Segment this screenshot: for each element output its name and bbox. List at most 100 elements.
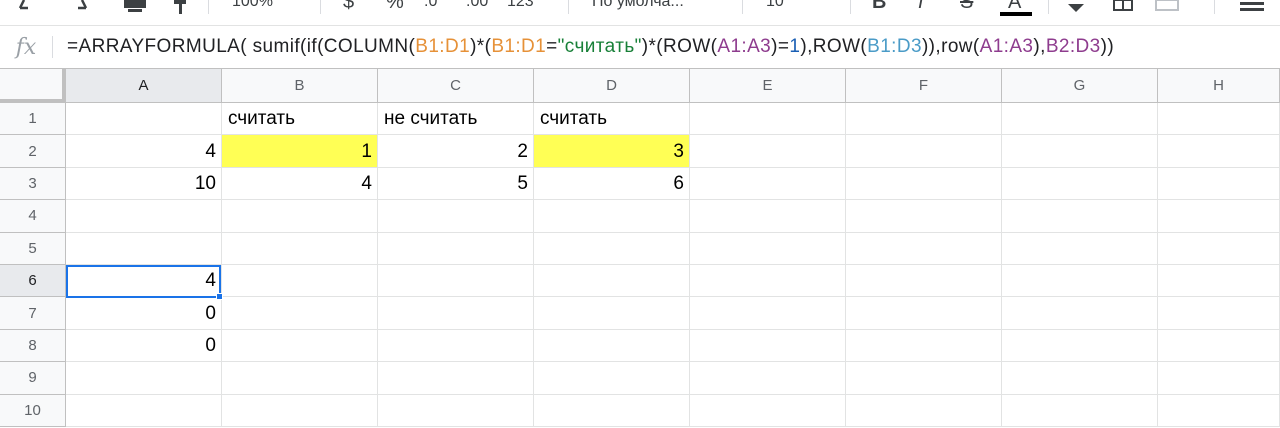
- cell-d7[interactable]: [534, 297, 690, 330]
- font-family-select[interactable]: По умолча...: [592, 0, 684, 17]
- cell-a6[interactable]: 4: [66, 265, 222, 298]
- cell-f2[interactable]: [846, 135, 1002, 168]
- cell-h4[interactable]: [1158, 200, 1280, 233]
- decimal-decrease-button[interactable]: .0: [424, 0, 437, 17]
- cell-f4[interactable]: [846, 200, 1002, 233]
- row-header-7[interactable]: 7: [0, 297, 66, 330]
- cell-f6[interactable]: [846, 265, 1002, 298]
- cell-d8[interactable]: [534, 329, 690, 363]
- cell-g2[interactable]: [1002, 135, 1158, 168]
- cell-b7[interactable]: [222, 297, 378, 330]
- column-header-d[interactable]: D: [534, 69, 690, 103]
- cell-h6[interactable]: [1158, 265, 1280, 298]
- cell-a1[interactable]: [66, 103, 222, 136]
- cell-a2[interactable]: 4: [66, 135, 222, 168]
- cell-e4[interactable]: [690, 200, 846, 233]
- cell-e6[interactable]: [690, 265, 846, 298]
- cell-d3[interactable]: 6: [534, 167, 690, 201]
- undo-icon[interactable]: [18, 0, 44, 14]
- cell-a10[interactable]: [66, 394, 222, 427]
- cell-d6[interactable]: [534, 265, 690, 298]
- cell-b9[interactable]: [222, 362, 378, 395]
- cell-h9[interactable]: [1158, 362, 1280, 395]
- italic-button[interactable]: I: [918, 0, 924, 17]
- cell-b10[interactable]: [222, 394, 378, 427]
- column-header-f[interactable]: F: [846, 69, 1002, 103]
- cell-c6[interactable]: [378, 265, 534, 298]
- cell-g6[interactable]: [1002, 265, 1158, 298]
- print-icon[interactable]: [122, 0, 148, 14]
- cell-a3[interactable]: 10: [66, 167, 222, 201]
- cell-e1[interactable]: [690, 103, 846, 136]
- cell-e5[interactable]: [690, 232, 846, 265]
- column-header-h[interactable]: H: [1158, 69, 1280, 103]
- cell-h2[interactable]: [1158, 135, 1280, 168]
- cell-f10[interactable]: [846, 394, 1002, 427]
- column-header-g[interactable]: G: [1002, 69, 1158, 103]
- row-header-9[interactable]: 9: [0, 362, 66, 395]
- redo-icon[interactable]: [62, 0, 88, 14]
- column-header-e[interactable]: E: [690, 69, 846, 103]
- cell-b6[interactable]: [222, 265, 378, 298]
- cell-a8[interactable]: 0: [66, 329, 222, 363]
- formula-input[interactable]: =ARRAYFORMULA( sumif(if(COLUMN(B1:D1)*(B…: [67, 36, 1114, 58]
- cell-g10[interactable]: [1002, 394, 1158, 427]
- cell-e7[interactable]: [690, 297, 846, 330]
- cell-b8[interactable]: [222, 329, 378, 363]
- cell-d1[interactable]: считать: [534, 103, 690, 136]
- select-all-corner[interactable]: [0, 69, 66, 103]
- cell-h1[interactable]: [1158, 103, 1280, 136]
- cell-c5[interactable]: [378, 232, 534, 265]
- cell-e3[interactable]: [690, 167, 846, 201]
- cell-c1[interactable]: не считать: [378, 103, 534, 136]
- cell-b5[interactable]: [222, 232, 378, 265]
- cell-c3[interactable]: 5: [378, 167, 534, 201]
- column-header-a[interactable]: A: [66, 69, 222, 103]
- cell-e9[interactable]: [690, 362, 846, 395]
- cell-h7[interactable]: [1158, 297, 1280, 330]
- row-header-2[interactable]: 2: [0, 135, 66, 168]
- cell-b4[interactable]: [222, 200, 378, 233]
- cell-f8[interactable]: [846, 329, 1002, 363]
- cell-g3[interactable]: [1002, 167, 1158, 201]
- font-size-select[interactable]: 10: [766, 0, 784, 17]
- paint-format-icon[interactable]: [172, 0, 192, 14]
- row-header-6[interactable]: 6: [0, 265, 66, 298]
- cell-d2[interactable]: 3: [534, 135, 690, 168]
- cell-h10[interactable]: [1158, 394, 1280, 427]
- cell-c4[interactable]: [378, 200, 534, 233]
- cell-c8[interactable]: [378, 329, 534, 363]
- cell-d4[interactable]: [534, 200, 690, 233]
- cell-g4[interactable]: [1002, 200, 1158, 233]
- cell-g1[interactable]: [1002, 103, 1158, 136]
- cell-h5[interactable]: [1158, 232, 1280, 265]
- cell-e8[interactable]: [690, 329, 846, 363]
- merge-cells-icon[interactable]: [1154, 0, 1180, 14]
- row-header-10[interactable]: 10: [0, 394, 66, 427]
- column-header-c[interactable]: C: [378, 69, 534, 103]
- cell-b2[interactable]: 1: [222, 135, 378, 168]
- cell-d10[interactable]: [534, 394, 690, 427]
- cell-c2[interactable]: 2: [378, 135, 534, 168]
- cell-a7[interactable]: 0: [66, 297, 222, 330]
- column-header-b[interactable]: B: [222, 69, 378, 103]
- cell-f1[interactable]: [846, 103, 1002, 136]
- cell-g8[interactable]: [1002, 329, 1158, 363]
- cell-g9[interactable]: [1002, 362, 1158, 395]
- cell-h3[interactable]: [1158, 167, 1280, 201]
- row-header-8[interactable]: 8: [0, 329, 66, 363]
- currency-button[interactable]: $: [343, 0, 354, 17]
- cell-f3[interactable]: [846, 167, 1002, 201]
- row-header-5[interactable]: 5: [0, 232, 66, 265]
- cell-e2[interactable]: [690, 135, 846, 168]
- row-header-3[interactable]: 3: [0, 167, 66, 201]
- cell-c9[interactable]: [378, 362, 534, 395]
- cell-a5[interactable]: [66, 232, 222, 265]
- decimal-increase-button[interactable]: .00: [466, 0, 488, 17]
- cell-g7[interactable]: [1002, 297, 1158, 330]
- cell-b3[interactable]: 4: [222, 167, 378, 201]
- cell-b1[interactable]: считать: [222, 103, 378, 136]
- borders-icon[interactable]: [1112, 0, 1134, 14]
- fill-color-icon[interactable]: [1066, 0, 1088, 14]
- cell-a4[interactable]: [66, 200, 222, 233]
